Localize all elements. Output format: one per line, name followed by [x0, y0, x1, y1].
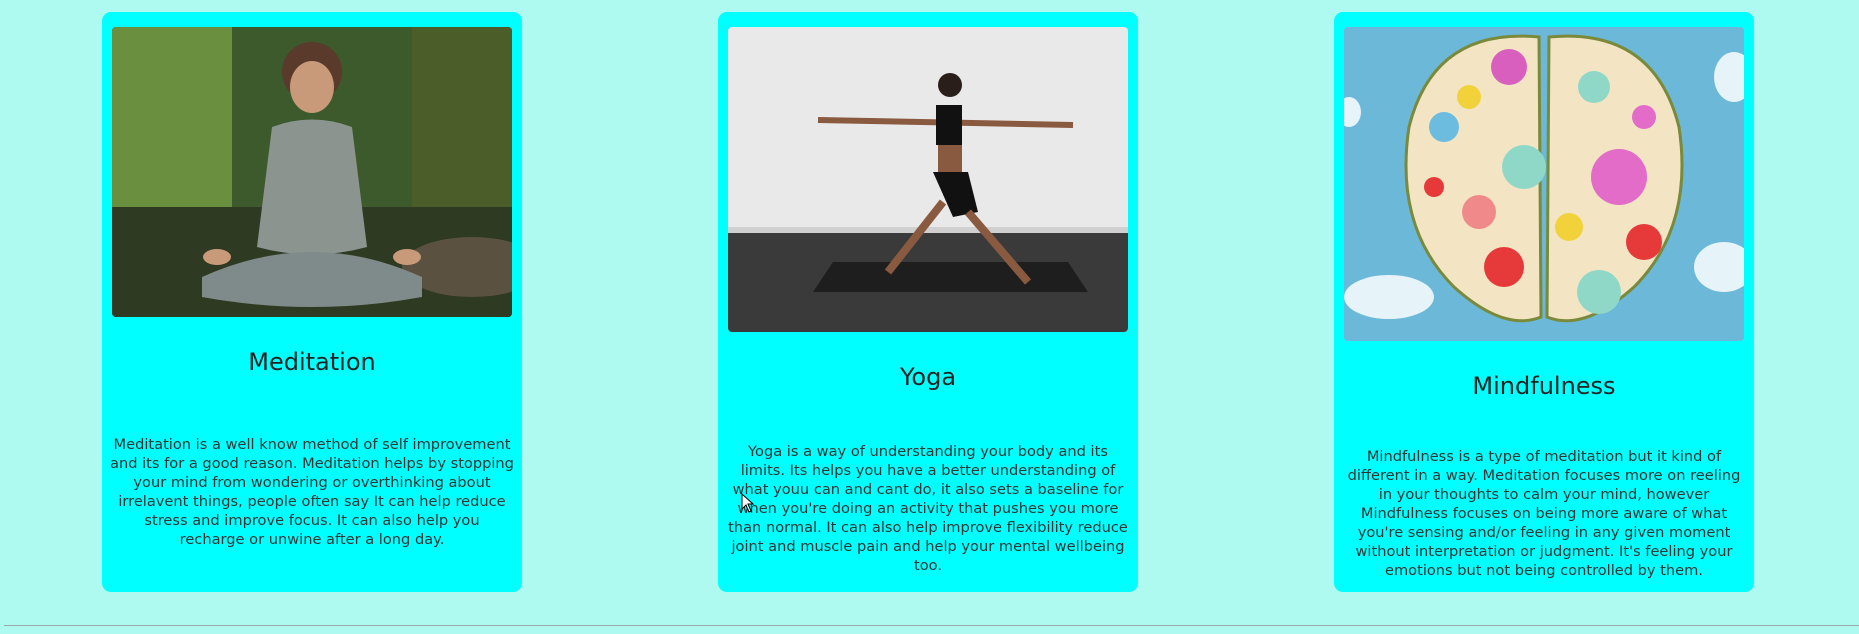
flower-brain-illustration-icon	[1344, 27, 1744, 341]
card-description: Yoga is a way of understanding your body…	[728, 443, 1128, 574]
mouse-cursor-icon	[741, 493, 755, 513]
card-title: Meditation	[248, 348, 376, 376]
yoga-image	[728, 27, 1128, 332]
meditation-image	[112, 27, 512, 317]
card-meditation: Meditation Meditation is a well know met…	[102, 12, 522, 592]
card-title: Mindfulness	[1472, 372, 1616, 400]
card-description: Meditation is a well know method of self…	[110, 436, 514, 548]
card-mindfulness: Mindfulness Mindfulness is a type of med…	[1334, 12, 1754, 592]
card-title: Yoga	[899, 363, 957, 391]
card-description: Mindfulness is a type of meditation but …	[1347, 448, 1741, 579]
yoga-photo-icon	[728, 27, 1128, 332]
footer-divider	[4, 625, 1859, 626]
mindfulness-image	[1344, 27, 1744, 341]
card-yoga: Yoga Yoga is a way of understanding your…	[718, 12, 1138, 592]
meditation-photo-icon	[112, 27, 512, 317]
